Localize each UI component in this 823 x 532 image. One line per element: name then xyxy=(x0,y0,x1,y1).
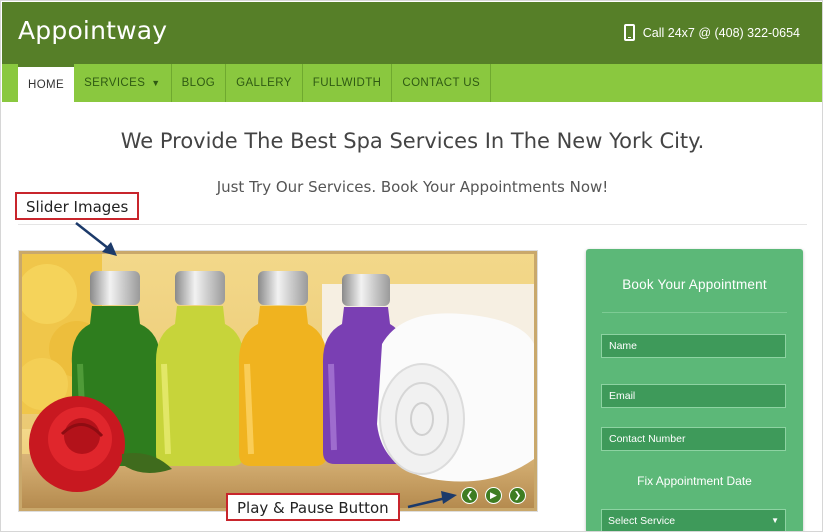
play-icon: ▶ xyxy=(490,490,497,500)
booking-divider xyxy=(602,312,787,313)
nav-item-label: CONTACT US xyxy=(402,77,481,89)
service-select-value: Select Service xyxy=(608,515,676,527)
nav-item-label: HOME xyxy=(28,78,65,91)
page-frame: Appointway Call 24x7 @ (408) 322-0654 HO… xyxy=(0,0,823,532)
nav-item-blog[interactable]: BLOG xyxy=(172,64,227,102)
nav-item-services[interactable]: SERVICES ▼ xyxy=(74,64,172,102)
nav-item-contact-us[interactable]: CONTACT US xyxy=(392,64,492,102)
site-header: Appointway Call 24x7 @ (408) 322-0654 xyxy=(2,2,822,64)
nav-item-label: FULLWIDTH xyxy=(312,77,382,89)
email-field[interactable]: Email xyxy=(601,384,786,408)
image-slider[interactable] xyxy=(18,250,538,512)
section-divider xyxy=(18,224,807,225)
header-phone[interactable]: Call 24x7 @ (408) 322-0654 xyxy=(623,24,800,41)
slider-image xyxy=(22,254,534,508)
hero-headline: We Provide The Best Spa Services In The … xyxy=(120,129,705,153)
mobile-phone-icon xyxy=(623,24,635,41)
phone-text: Call 24x7 @ (408) 322-0654 xyxy=(642,25,800,40)
nav-item-label: GALLERY xyxy=(236,77,292,89)
annotation-play-pause: Play & Pause Button xyxy=(226,493,400,521)
fix-date-label[interactable]: Fix Appointment Date xyxy=(586,474,803,488)
slider-next-button[interactable]: ❯ xyxy=(509,487,526,504)
slider-play-pause-button[interactable]: ▶ xyxy=(485,487,502,504)
service-select[interactable]: Select Service ▼ xyxy=(601,509,786,531)
site-logo[interactable]: Appointway xyxy=(18,16,167,45)
chevron-down-icon: ▼ xyxy=(151,78,161,88)
name-field[interactable]: Name xyxy=(601,334,786,358)
nav-item-fullwidth[interactable]: FULLWIDTH xyxy=(303,64,393,102)
slider-prev-button[interactable]: ❮ xyxy=(461,487,478,504)
booking-panel: Book Your Appointment Name Email Contact… xyxy=(586,249,803,531)
nav-item-gallery[interactable]: GALLERY xyxy=(226,64,303,102)
caret-down-icon: ▼ xyxy=(771,516,779,525)
booking-title: Book Your Appointment xyxy=(622,277,767,292)
nav-item-home[interactable]: HOME xyxy=(18,64,75,102)
prev-icon: ❮ xyxy=(465,490,474,500)
contact-number-field[interactable]: Contact Number xyxy=(601,427,786,451)
nav-item-label: BLOG xyxy=(181,77,216,89)
main-nav: HOME SERVICES ▼ BLOG GALLERY FULLWIDTH CO… xyxy=(2,64,822,102)
next-icon: ❯ xyxy=(513,490,522,500)
annotation-slider-images: Slider Images xyxy=(15,192,140,220)
nav-item-label: SERVICES xyxy=(84,77,146,89)
